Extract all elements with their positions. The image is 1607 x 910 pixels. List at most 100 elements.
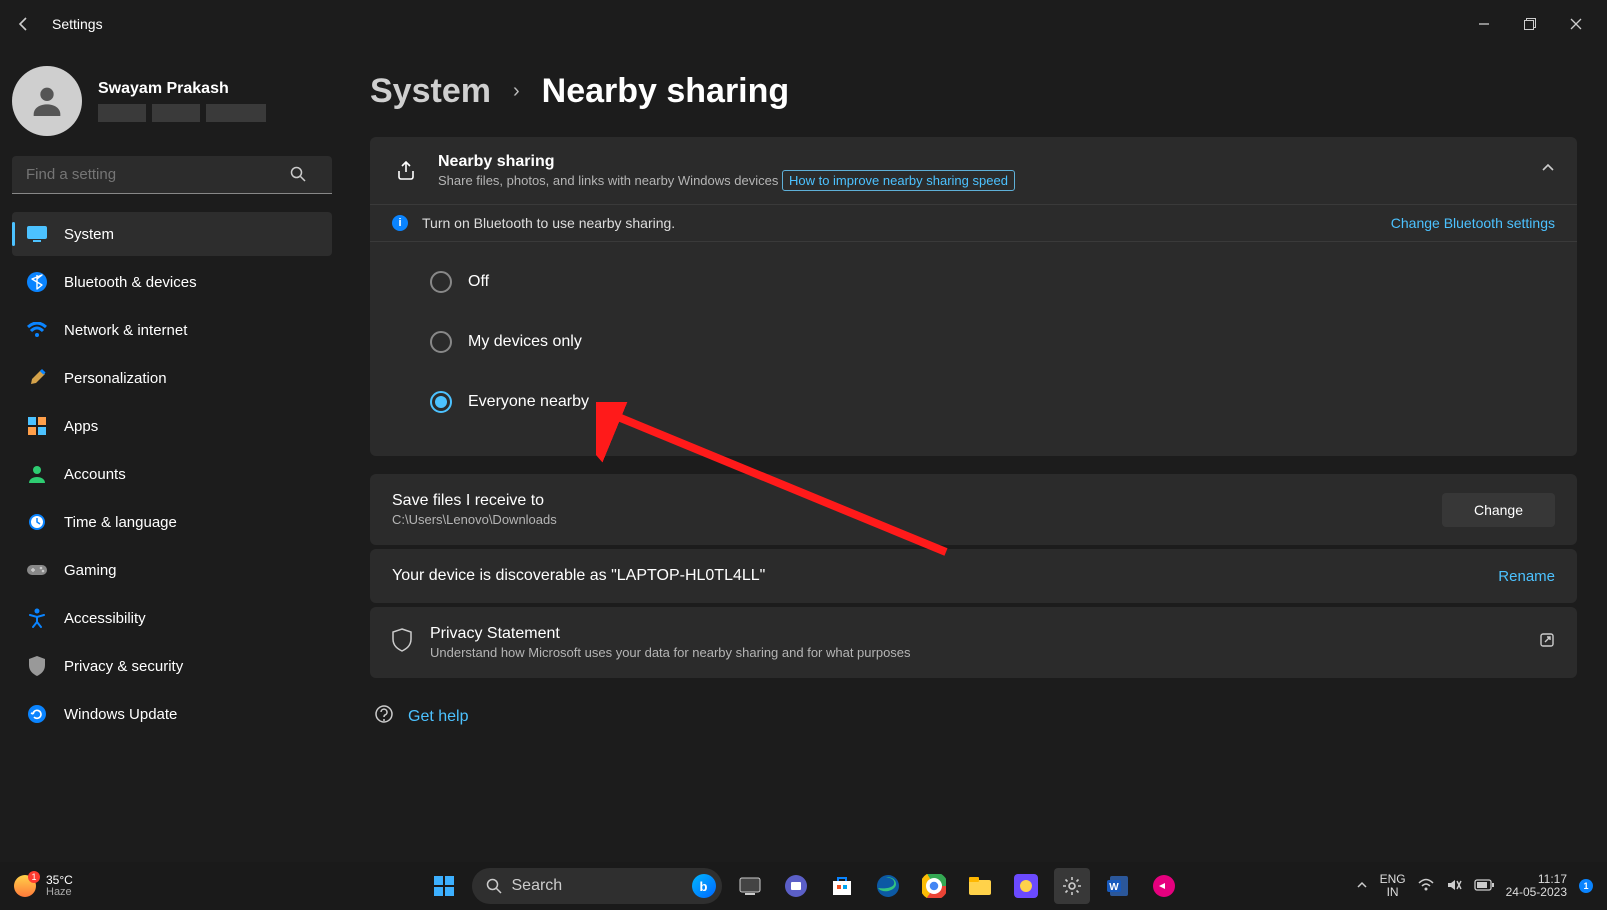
search-box[interactable]: [12, 156, 332, 194]
sidebar-item-network[interactable]: Network & internet: [12, 308, 332, 352]
radio-everyone[interactable]: Everyone nearby: [430, 372, 1555, 432]
avatar: [12, 66, 82, 136]
taskbar: 35°C Haze Search b W ENG IN: [0, 862, 1607, 910]
close-button[interactable]: [1553, 8, 1599, 40]
radio-icon: [430, 331, 452, 353]
sidebar-item-label: Personalization: [64, 370, 167, 387]
minimize-button[interactable]: [1461, 8, 1507, 40]
taskbar-search[interactable]: Search b: [472, 868, 722, 904]
device-discoverable-text: Your device is discoverable as "LAPTOP-H…: [392, 567, 765, 585]
sidebar-item-personalization[interactable]: Personalization: [12, 356, 332, 400]
get-help-link[interactable]: Get help: [370, 704, 1577, 729]
open-external-icon: [1539, 632, 1555, 653]
wifi-icon: [26, 319, 48, 341]
sidebar-item-gaming[interactable]: Gaming: [12, 548, 332, 592]
taskview-icon[interactable]: [732, 868, 768, 904]
radio-my-devices[interactable]: My devices only: [430, 312, 1555, 372]
sidebar-item-time[interactable]: Time & language: [12, 500, 332, 544]
weather-temp: 35°C: [46, 874, 73, 886]
back-button[interactable]: [8, 8, 40, 40]
nearby-sharing-header[interactable]: Nearby sharing Share files, photos, and …: [370, 137, 1577, 204]
user-email-redacted: [98, 104, 266, 122]
sidebar-item-label: Network & internet: [64, 322, 187, 339]
sidebar-item-accessibility[interactable]: Accessibility: [12, 596, 332, 640]
search-icon: [486, 878, 502, 894]
app-icon-1[interactable]: [1008, 868, 1044, 904]
sharing-mode-radio-group: Off My devices only Everyone nearby: [370, 241, 1577, 456]
sidebar-item-update[interactable]: Windows Update: [12, 692, 332, 736]
edge-icon[interactable]: [870, 868, 906, 904]
app-icon-2[interactable]: [1146, 868, 1182, 904]
battery-tray-icon[interactable]: [1474, 879, 1494, 894]
sidebar-item-apps[interactable]: Apps: [12, 404, 332, 448]
window-title: Settings: [52, 16, 103, 32]
paintbrush-icon: [26, 367, 48, 389]
explorer-icon[interactable]: [962, 868, 998, 904]
user-block[interactable]: Swayam Prakash: [12, 60, 332, 150]
settings-taskbar-icon[interactable]: [1054, 868, 1090, 904]
privacy-subtitle: Understand how Microsoft uses your data …: [430, 645, 911, 660]
bluetooth-icon: [26, 271, 48, 293]
apps-icon: [26, 415, 48, 437]
radio-label: My devices only: [468, 333, 582, 351]
taskbar-search-placeholder: Search: [512, 877, 563, 895]
monitor-icon: [26, 223, 48, 245]
sidebar-item-label: System: [64, 226, 114, 243]
volume-tray-icon[interactable]: [1446, 878, 1462, 895]
wifi-tray-icon[interactable]: [1418, 878, 1434, 895]
clock-tray[interactable]: 11:17 24-05-2023: [1506, 873, 1567, 899]
sidebar-item-label: Time & language: [64, 514, 177, 531]
weather-icon: [14, 875, 36, 897]
change-bluetooth-link[interactable]: Change Bluetooth settings: [1391, 215, 1555, 231]
page-title: Nearby sharing: [542, 72, 790, 111]
bing-icon: b: [692, 874, 716, 898]
nearby-sharing-card: Nearby sharing Share files, photos, and …: [370, 137, 1577, 456]
notification-badge[interactable]: 1: [1579, 879, 1593, 893]
start-button[interactable]: [426, 868, 462, 904]
teams-icon[interactable]: [778, 868, 814, 904]
info-text: Turn on Bluetooth to use nearby sharing.: [422, 215, 675, 231]
store-icon[interactable]: [824, 868, 860, 904]
sidebar-item-label: Apps: [64, 418, 98, 435]
sidebar-item-label: Windows Update: [64, 706, 177, 723]
sidebar: Swayam Prakash System Bluetooth & device…: [0, 48, 340, 862]
change-button[interactable]: Change: [1442, 493, 1555, 527]
gamepad-icon: [26, 559, 48, 581]
save-location-row: Save files I receive to C:\Users\Lenovo\…: [370, 474, 1577, 545]
accessibility-icon: [26, 607, 48, 629]
chevron-up-icon: [1541, 161, 1555, 180]
sidebar-item-label: Bluetooth & devices: [64, 274, 197, 291]
sidebar-item-accounts[interactable]: Accounts: [12, 452, 332, 496]
help-label: Get help: [408, 708, 468, 726]
taskbar-tray: ENG IN 11:17 24-05-2023 1: [1356, 873, 1593, 899]
improve-speed-link[interactable]: How to improve nearby sharing speed: [782, 170, 1015, 191]
chrome-icon[interactable]: [916, 868, 952, 904]
search-icon: [290, 166, 306, 187]
radio-off[interactable]: Off: [430, 252, 1555, 312]
sidebar-item-bluetooth[interactable]: Bluetooth & devices: [12, 260, 332, 304]
taskbar-center: Search b W: [426, 868, 1182, 904]
rename-link[interactable]: Rename: [1498, 568, 1555, 585]
radio-label: Off: [468, 273, 489, 291]
breadcrumb-parent[interactable]: System: [370, 72, 491, 111]
svg-text:W: W: [1109, 882, 1119, 893]
bluetooth-info-row: i Turn on Bluetooth to use nearby sharin…: [370, 204, 1577, 241]
sidebar-item-privacy[interactable]: Privacy & security: [12, 644, 332, 688]
save-path: C:\Users\Lenovo\Downloads: [392, 512, 557, 527]
privacy-statement-row[interactable]: Privacy Statement Understand how Microso…: [370, 607, 1577, 678]
card-title: Nearby sharing: [438, 153, 1015, 171]
word-icon[interactable]: W: [1100, 868, 1136, 904]
card-subtitle: Share files, photos, and links with near…: [438, 173, 778, 188]
radio-label: Everyone nearby: [468, 393, 589, 411]
sidebar-item-label: Privacy & security: [64, 658, 183, 675]
main-content: System › Nearby sharing Nearby sharing S…: [340, 48, 1607, 862]
tray-chevron-icon[interactable]: [1356, 879, 1368, 894]
maximize-button[interactable]: [1507, 8, 1553, 40]
language-indicator[interactable]: ENG IN: [1380, 873, 1406, 899]
breadcrumb: System › Nearby sharing: [370, 72, 1577, 111]
privacy-title: Privacy Statement: [430, 625, 911, 643]
radio-icon: [430, 271, 452, 293]
search-input[interactable]: [12, 156, 332, 194]
taskbar-weather[interactable]: 35°C Haze: [14, 874, 73, 898]
sidebar-item-system[interactable]: System: [12, 212, 332, 256]
